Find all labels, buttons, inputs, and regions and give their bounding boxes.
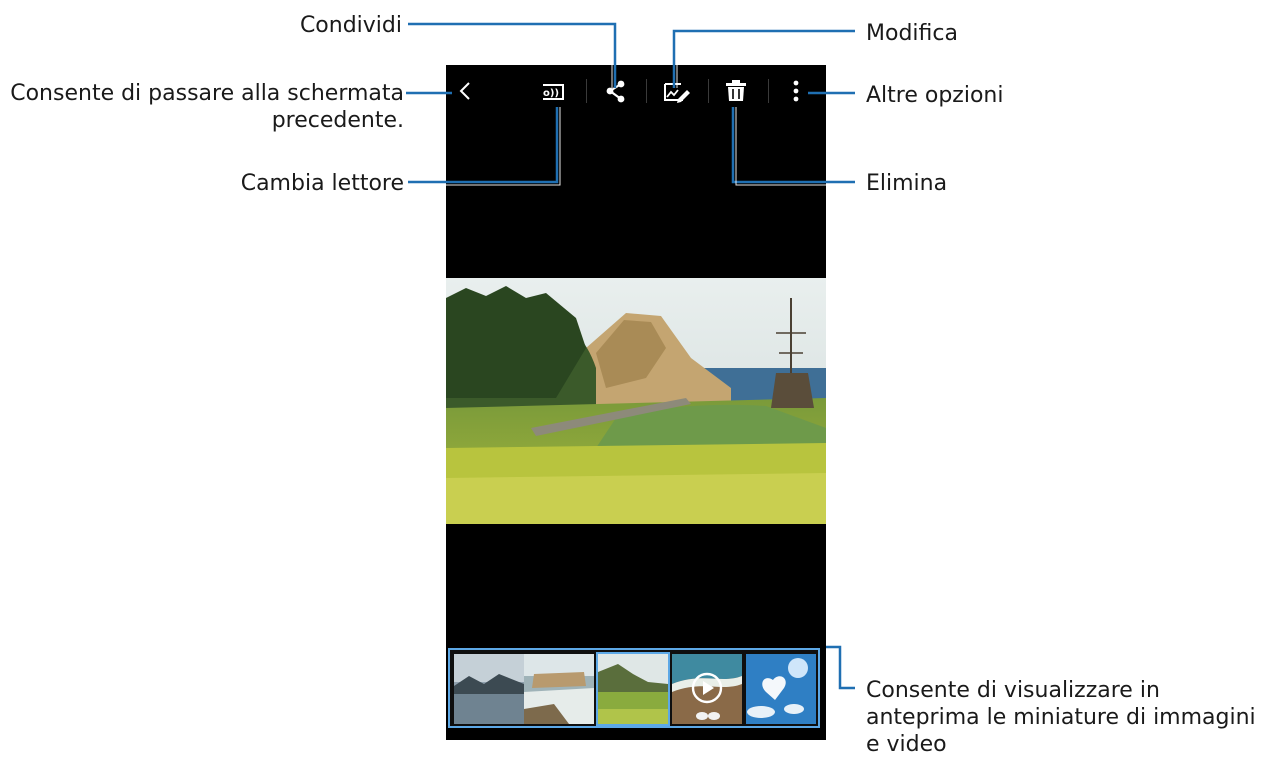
share-icon[interactable] [598,73,634,109]
edit-icon[interactable] [658,73,694,109]
more-options-callout-label: Altre opzioni [866,83,1004,108]
thumbnail-item[interactable] [746,654,816,724]
delete-callout-label: Elimina [866,171,948,196]
gallery-screen: o)) [446,65,826,740]
back-callout-line2: precedente. [271,108,404,133]
main-photo[interactable] [446,278,826,524]
thumbnails-leader-line [826,645,855,690]
toolbar-divider [586,79,587,103]
gallery-toolbar: o)) [446,65,826,121]
more-options-icon[interactable] [778,73,814,109]
svg-text:o)): o)) [543,88,559,99]
toolbar-divider [768,79,769,103]
share-callout-label: Condividi [299,13,402,38]
thumbnail-item-video[interactable] [672,654,742,724]
back-callout-line1: Consente di passare alla schermata [10,81,404,106]
thumbnail-item[interactable] [454,654,524,724]
thumbnails-callout-line1: Consente di visualizzare in [866,678,1160,703]
edit-callout-label: Modifica [866,21,958,46]
back-callout-label: Consente di passare alla schermata prece… [0,80,404,134]
toolbar-divider [646,79,647,103]
back-icon[interactable] [448,73,484,109]
thumbnail-item-selected[interactable] [596,652,670,726]
change-player-icon[interactable]: o)) [536,73,572,109]
change-player-callout-label: Cambia lettore [240,171,404,196]
thumbnails-callout-line2: anteprima le miniature di immagini [866,705,1256,730]
toolbar-divider [708,79,709,103]
thumbnails-callout-line3: e video [866,732,947,757]
thumbnail-strip [448,648,820,728]
thumbnail-item[interactable] [524,654,594,724]
thumbnails-callout-label: Consente di visualizzare in anteprima le… [866,677,1256,758]
delete-icon[interactable] [718,73,754,109]
